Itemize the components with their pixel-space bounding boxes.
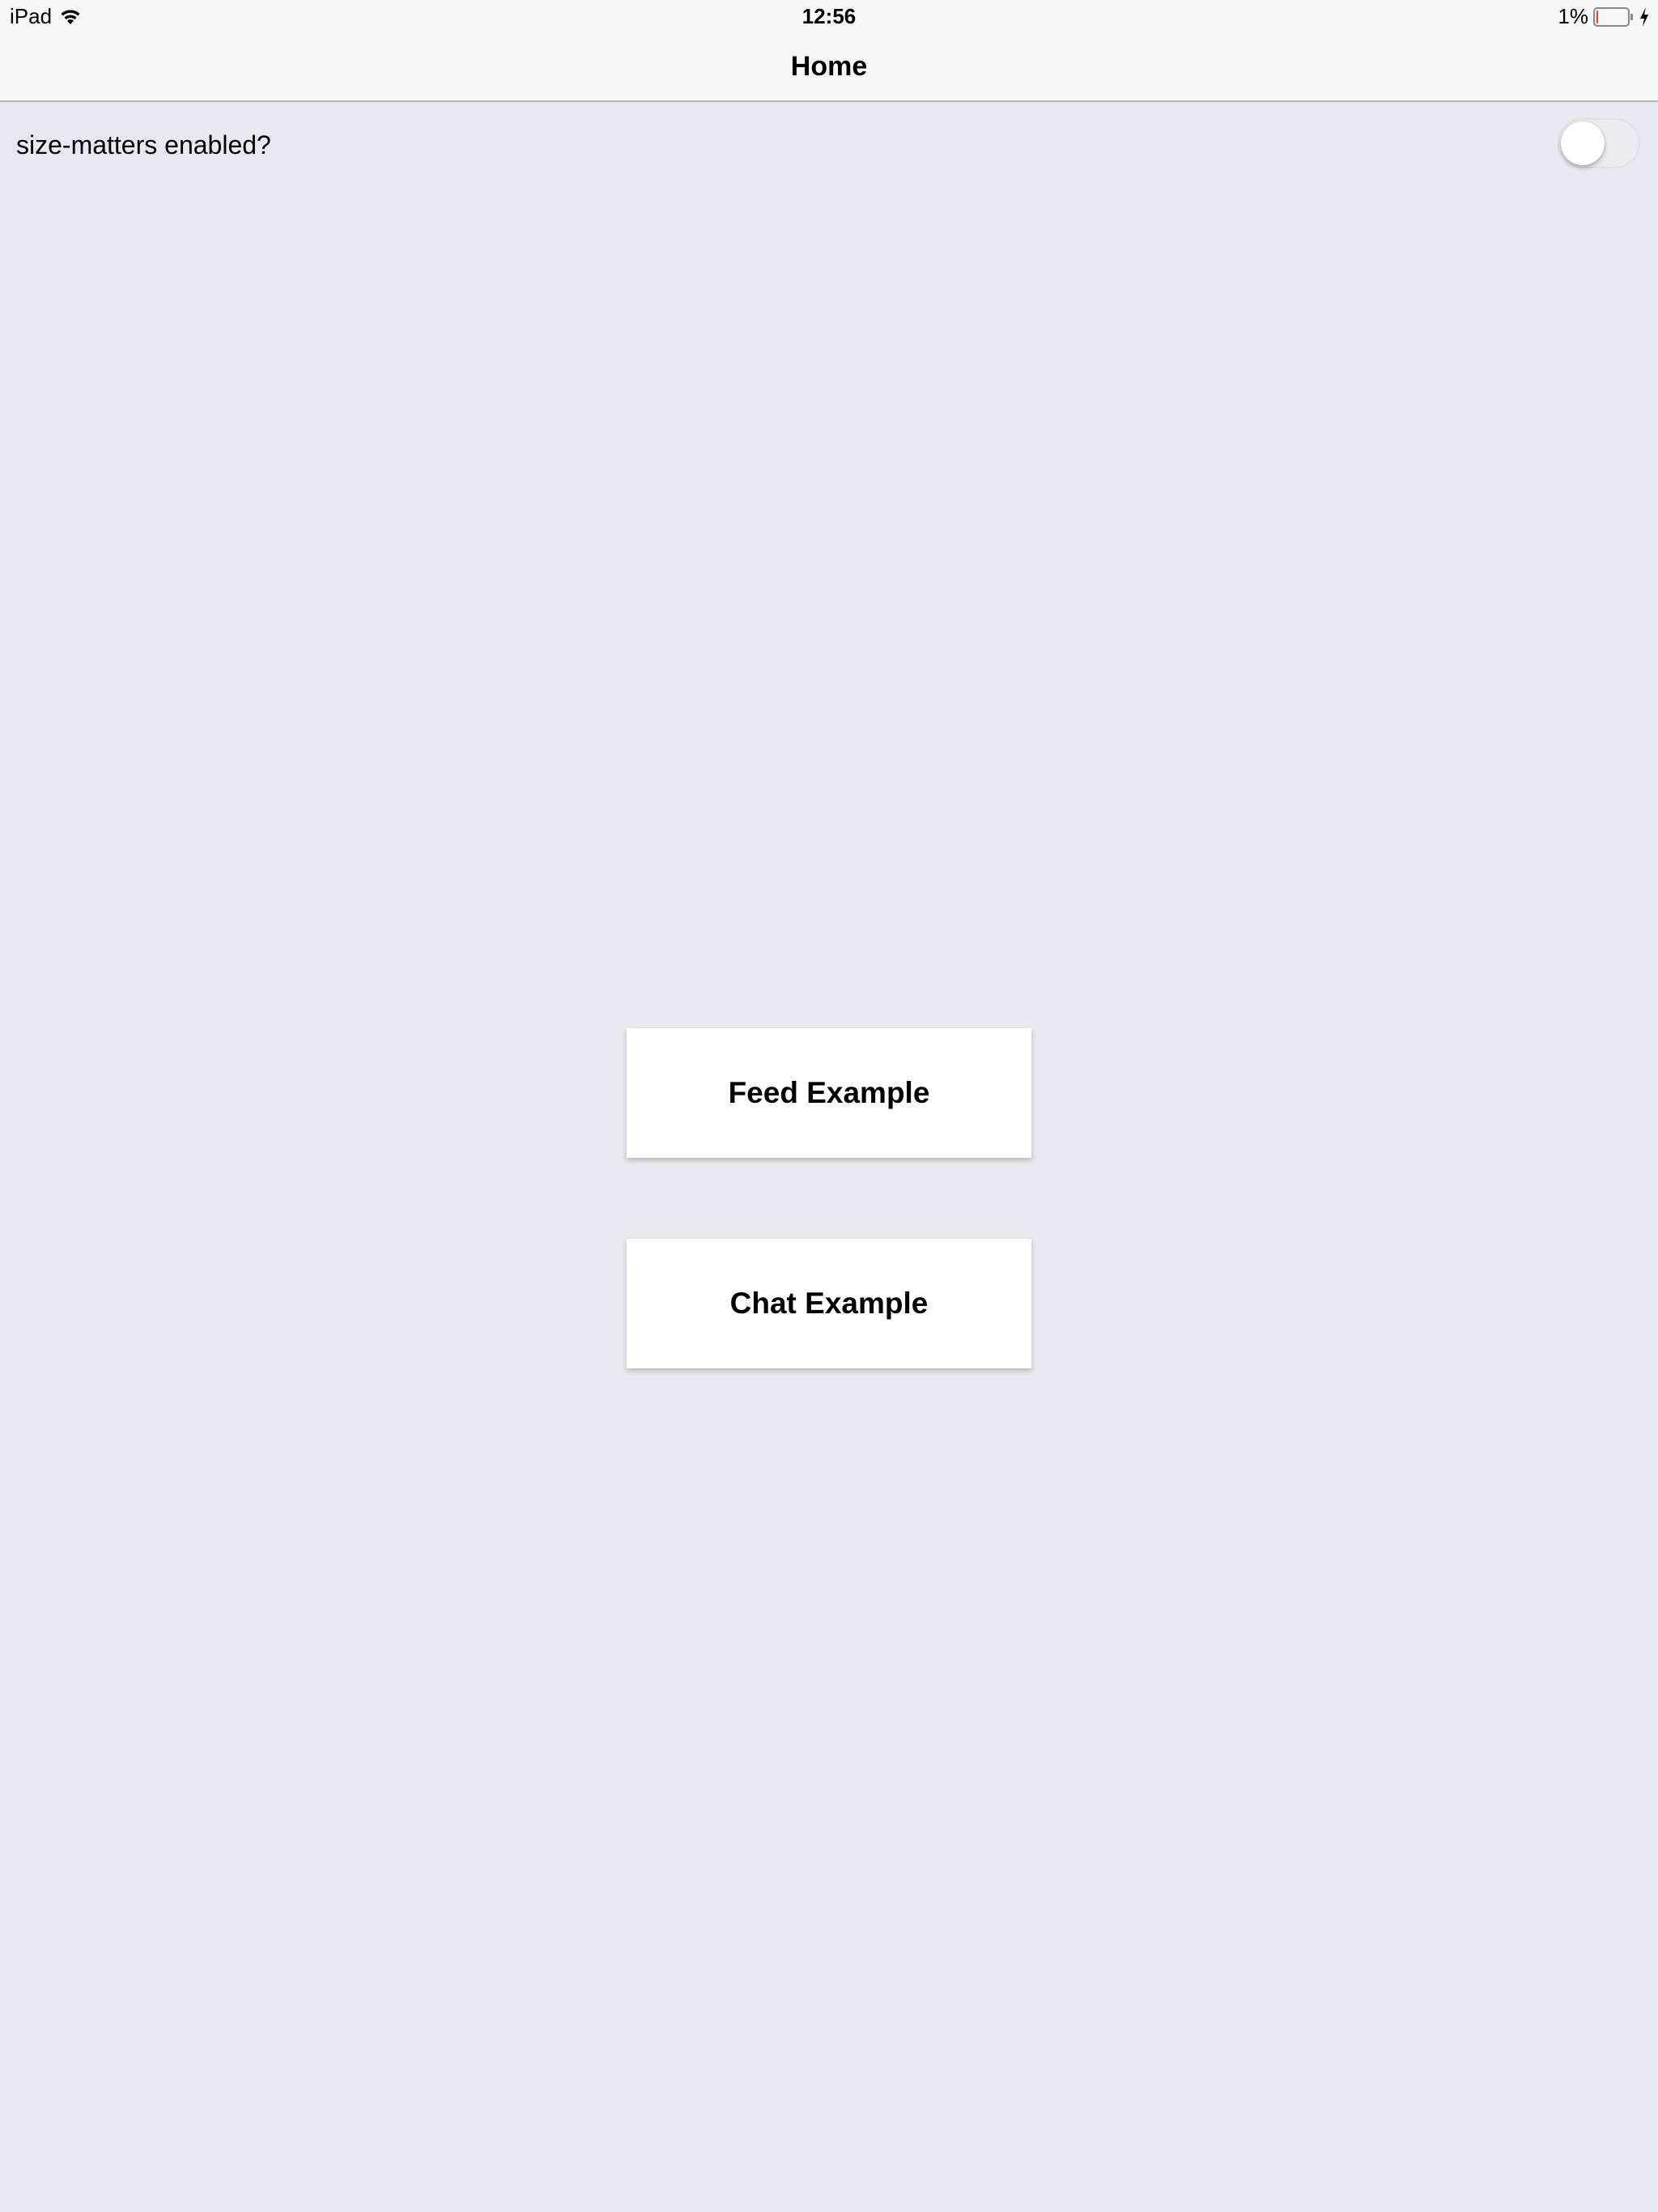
navigation-bar: Home (0, 32, 1658, 102)
feed-example-label: Feed Example (728, 1076, 930, 1109)
size-matters-toggle[interactable] (1558, 118, 1640, 168)
battery-percentage: 1% (1558, 4, 1588, 28)
home-screen: iPad 12:56 1% Home size-matters enabled? (0, 0, 1658, 2212)
chat-example-button[interactable]: Chat Example (627, 1239, 1031, 1368)
status-time: 12:56 (801, 4, 857, 28)
battery-icon (1593, 7, 1633, 27)
top-chrome: iPad 12:56 1% Home (0, 0, 1658, 102)
toggle-knob (1561, 121, 1605, 165)
charging-bolt-icon (1640, 7, 1648, 27)
status-bar: iPad 12:56 1% (0, 0, 1658, 32)
size-matters-setting-row: size-matters enabled? (0, 113, 1658, 178)
size-matters-label: size-matters enabled? (16, 130, 271, 160)
chat-example-label: Chat Example (729, 1287, 929, 1320)
feed-example-button[interactable]: Feed Example (627, 1028, 1031, 1158)
page-title: Home (790, 51, 868, 82)
